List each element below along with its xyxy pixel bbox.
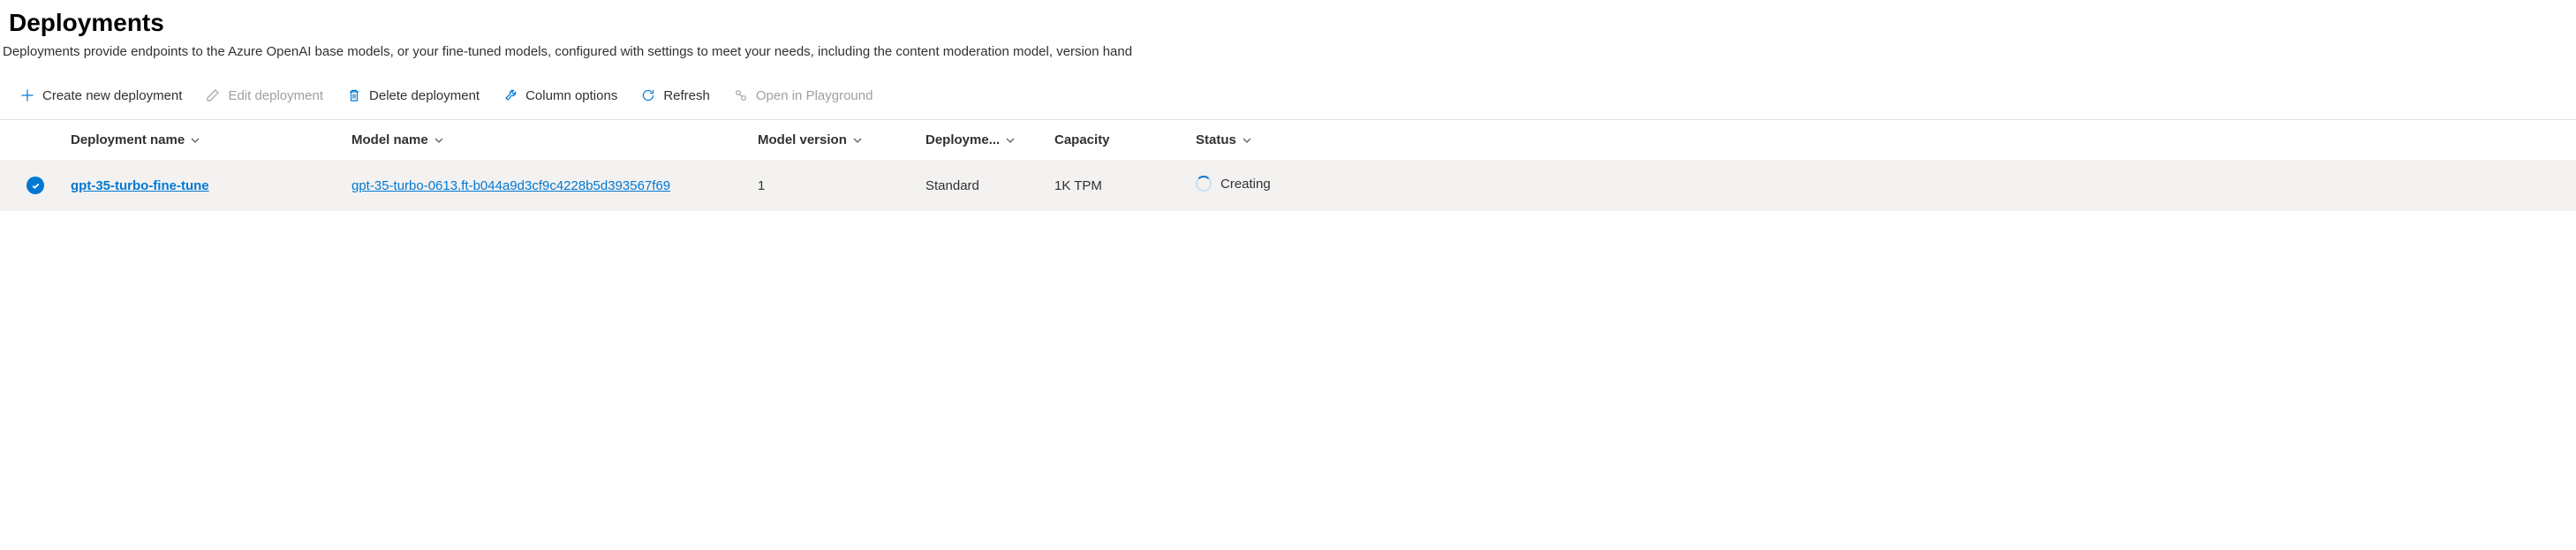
column-model-version[interactable]: Model version <box>758 132 864 147</box>
column-deployment-type[interactable]: Deployme... <box>925 132 1016 147</box>
page-title: Deployments <box>0 0 2576 44</box>
refresh-label: Refresh <box>663 88 710 103</box>
delete-deployment-button[interactable]: Delete deployment <box>344 84 481 107</box>
toolbar: Create new deployment Edit deployment De… <box>0 84 2576 120</box>
edit-deployment-label: Edit deployment <box>228 88 323 103</box>
playground-icon <box>733 87 749 103</box>
row-selected-icon[interactable] <box>26 177 44 194</box>
status-cell: Creating <box>1196 176 1271 192</box>
column-status[interactable]: Status <box>1196 132 1253 147</box>
capacity-value: 1K TPM <box>1054 178 1102 193</box>
wrench-icon <box>502 87 518 103</box>
edit-deployment-button[interactable]: Edit deployment <box>203 84 325 107</box>
refresh-button[interactable]: Refresh <box>638 84 712 107</box>
deployment-type-value: Standard <box>925 178 979 193</box>
chevron-down-icon <box>1242 134 1253 146</box>
open-playground-button[interactable]: Open in Playground <box>731 84 875 107</box>
column-model-name[interactable]: Model name <box>351 132 445 147</box>
chevron-down-icon <box>852 134 864 146</box>
delete-deployment-label: Delete deployment <box>369 88 480 103</box>
model-name-link[interactable]: gpt-35-turbo-0613.ft-b044a9d3cf9c4228b5d… <box>351 178 670 193</box>
status-value: Creating <box>1220 177 1271 192</box>
column-options-label: Column options <box>525 88 617 103</box>
deployment-name-link[interactable]: gpt-35-turbo-fine-tune <box>71 178 209 193</box>
open-playground-label: Open in Playground <box>756 88 873 103</box>
trash-icon <box>346 87 362 103</box>
page-description: Deployments provide endpoints to the Azu… <box>0 44 2576 84</box>
model-version-value: 1 <box>758 178 765 193</box>
column-capacity[interactable]: Capacity <box>1054 132 1110 147</box>
chevron-down-icon <box>434 134 445 146</box>
plus-icon <box>19 87 35 103</box>
column-options-button[interactable]: Column options <box>501 84 619 107</box>
column-deployment-name[interactable]: Deployment name <box>71 132 201 147</box>
table-header: Deployment name Model name Model version… <box>0 120 2576 160</box>
chevron-down-icon <box>190 134 201 146</box>
pencil-icon <box>205 87 221 103</box>
chevron-down-icon <box>1005 134 1016 146</box>
create-deployment-label: Create new deployment <box>42 88 182 103</box>
refresh-icon <box>640 87 656 103</box>
create-deployment-button[interactable]: Create new deployment <box>18 84 184 107</box>
spinner-icon <box>1196 176 1212 192</box>
table-row[interactable]: gpt-35-turbo-fine-tune gpt-35-turbo-0613… <box>0 160 2576 211</box>
